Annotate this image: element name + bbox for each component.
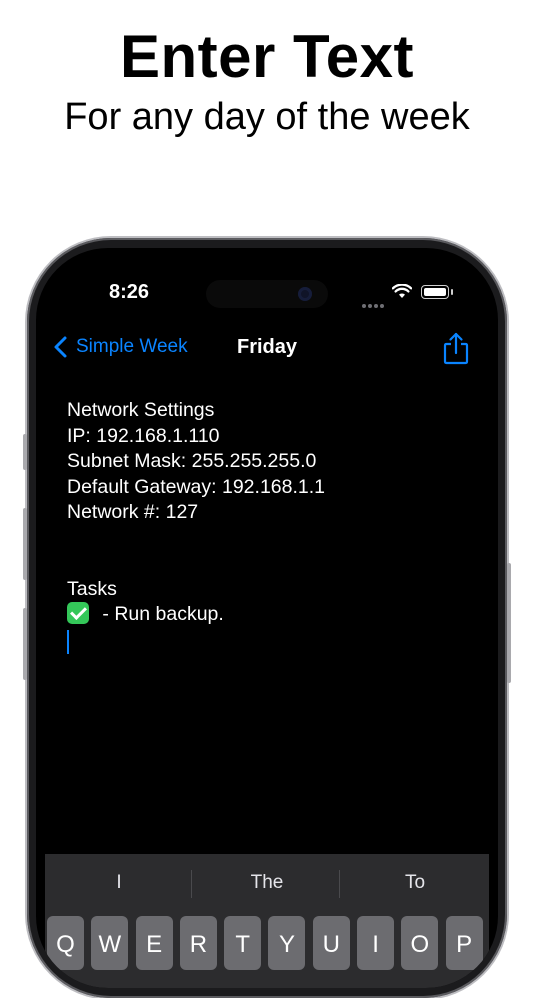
suggestion-1[interactable]: I [45, 854, 193, 912]
suggestion-3[interactable]: To [341, 854, 489, 912]
action-button [23, 434, 27, 470]
key-u[interactable]: U [312, 916, 350, 970]
task-item: - Run backup. [67, 602, 467, 628]
share-icon[interactable] [442, 331, 470, 365]
key-e[interactable]: E [135, 916, 173, 970]
phone-screen: 8:26 Simple Week Friday Network Settings… [36, 248, 498, 988]
note-line: Network #: 127 [67, 501, 199, 523]
keyboard: I The To Q W E R T Y U I O P [45, 854, 489, 988]
key-row-top: Q W E R T Y U I O P [47, 916, 490, 970]
note-line: Network Settings [67, 399, 215, 421]
volume-up-button [23, 508, 27, 580]
key-p[interactable]: P [445, 916, 483, 970]
nav-title: Friday [236, 336, 298, 358]
battery-icon [421, 285, 453, 299]
checkmark-icon [67, 602, 89, 624]
camera-icon [298, 287, 312, 301]
wifi-icon [392, 284, 412, 298]
key-y[interactable]: Y [268, 916, 306, 970]
key-w[interactable]: W [91, 916, 129, 970]
suggestion-2[interactable]: The [193, 854, 341, 912]
status-time: 8:26 [108, 281, 150, 303]
suggestion-divider [339, 870, 340, 898]
side-button [507, 563, 511, 683]
note-line: Subnet Mask: 255.255.255.0 [67, 450, 317, 472]
key-r[interactable]: R [179, 916, 217, 970]
note-line: Default Gateway: 192.168.1.1 [67, 475, 326, 498]
promo-subhead: For any day of the week [64, 96, 470, 138]
key-i[interactable]: I [357, 916, 395, 970]
promo-headline: Enter Text [120, 23, 414, 90]
task-text: - Run backup. [97, 603, 224, 625]
tasks-header: Tasks [67, 577, 117, 600]
cellular-signal-icon [362, 295, 386, 313]
key-t[interactable]: T [224, 916, 262, 970]
note-editor[interactable]: Network Settings IP: 192.168.1.110 Subne… [67, 398, 467, 654]
dynamic-island [206, 280, 328, 308]
key-q[interactable]: Q [47, 916, 84, 970]
note-line: IP: 192.168.1.110 [67, 424, 220, 447]
key-o[interactable]: O [401, 916, 439, 970]
volume-down-button [23, 608, 27, 680]
text-cursor [67, 629, 69, 654]
suggestion-divider [191, 870, 192, 898]
